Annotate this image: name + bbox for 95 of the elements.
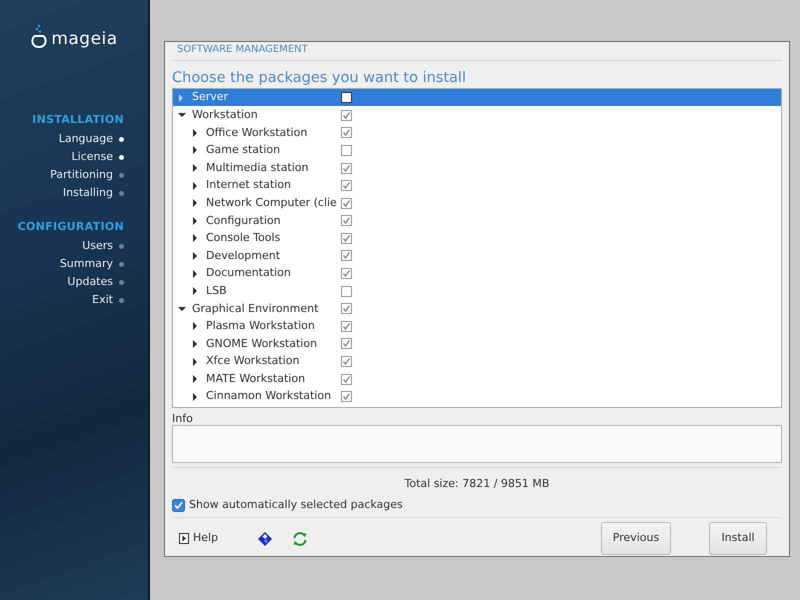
tree-label: LSB <box>206 282 227 299</box>
tree-row[interactable]: Graphical Environment <box>173 300 781 318</box>
expander-icon[interactable] <box>192 164 198 172</box>
checkbox[interactable] <box>341 356 352 368</box>
tree-label: GNOME Workstation <box>206 336 318 352</box>
checkbox[interactable] <box>341 268 352 280</box>
tree-row[interactable]: Office Workstation <box>173 124 781 142</box>
checkbox[interactable] <box>341 391 352 402</box>
checkbox[interactable] <box>341 286 352 297</box>
checkbox[interactable] <box>341 180 352 192</box>
expander-icon[interactable] <box>192 375 198 384</box>
step-label: Exit <box>92 292 113 308</box>
checkbox[interactable] <box>341 110 352 121</box>
tree-label: Network Computer (clie <box>206 194 337 211</box>
tree-label: Graphical Environment <box>192 300 318 317</box>
total-size: Total size: 7821 / 9851 MB <box>404 476 550 492</box>
tree-row[interactable]: Server <box>173 88 781 106</box>
section-title: INSTALLATION <box>31 112 125 128</box>
checkbox[interactable] <box>341 198 352 209</box>
tree-label: Plasma Workstation <box>206 318 315 334</box>
refresh-icon[interactable] <box>292 530 308 547</box>
tree-label: Office Workstation <box>206 124 308 141</box>
logo-text: mageia <box>51 28 118 48</box>
expander-icon[interactable] <box>192 199 198 208</box>
save-icon[interactable] <box>258 532 272 546</box>
expander-icon[interactable] <box>192 270 198 278</box>
checkbox[interactable] <box>341 320 352 332</box>
help-button[interactable]: Help <box>172 530 218 547</box>
tree-row[interactable]: MATE Workstation <box>173 370 781 388</box>
previous-button[interactable]: Previous <box>601 522 671 556</box>
checkbox[interactable] <box>341 127 352 138</box>
checkbox[interactable] <box>341 215 352 226</box>
tree-row[interactable]: Console Tools <box>173 230 781 248</box>
expander-icon[interactable] <box>192 128 198 137</box>
expander-icon[interactable] <box>178 111 186 120</box>
help-icon <box>179 533 189 544</box>
tree-row[interactable]: GNOME Workstation <box>173 335 781 353</box>
tree-row[interactable]: Plasma Workstation <box>173 318 781 336</box>
checkbox[interactable] <box>341 232 352 244</box>
tree-label: Cinnamon Workstation <box>206 388 332 404</box>
checkbox[interactable] <box>341 162 352 174</box>
expander-icon[interactable] <box>192 252 198 260</box>
tree-row[interactable]: Game station <box>173 142 781 160</box>
tree-label: Documentation <box>206 265 291 282</box>
expander-icon[interactable] <box>192 287 198 296</box>
step-label: Installing <box>62 185 113 202</box>
section-title: CONFIGURATION <box>16 218 125 234</box>
tree-label: Server <box>192 89 228 106</box>
expander-icon[interactable] <box>192 322 198 330</box>
expander-icon[interactable] <box>192 182 198 190</box>
checkbox[interactable] <box>341 92 352 104</box>
step-label: License <box>72 149 113 166</box>
tree-row[interactable]: Xfce Workstation <box>173 352 781 370</box>
tree-row[interactable]: Internet station <box>173 176 781 194</box>
expander-icon[interactable] <box>192 234 198 242</box>
tree-label: Xfce Workstation <box>206 353 300 370</box>
tree-label: Development <box>206 248 280 264</box>
expander-icon[interactable] <box>192 216 198 225</box>
tree-row[interactable]: Multimedia station <box>173 159 781 177</box>
tree-label: Internet station <box>206 177 292 194</box>
expander-icon[interactable] <box>192 358 198 366</box>
checkbox[interactable] <box>341 303 352 314</box>
tree-row[interactable]: Cinnamon Workstation <box>173 388 781 406</box>
tree-label: MATE Workstation <box>206 370 306 387</box>
tree-row[interactable]: Configuration <box>173 212 781 230</box>
section-header: SOFTWARE MANAGEMENT <box>172 42 782 61</box>
step-label: Summary <box>60 256 113 272</box>
checkbox[interactable] <box>341 374 352 385</box>
expander-icon[interactable] <box>192 146 198 154</box>
checkbox-label: Show automatically selected packages <box>189 496 403 513</box>
tree-label: Console Tools <box>206 230 280 246</box>
tree-label: Multimedia station <box>206 160 309 176</box>
step-label: Partitioning <box>50 167 113 184</box>
expander-icon[interactable] <box>178 304 186 313</box>
step-label: Updates <box>67 274 113 290</box>
tree-row[interactable]: Documentation <box>173 264 781 282</box>
logo-icon <box>30 24 48 50</box>
expander-icon[interactable] <box>192 340 198 348</box>
tree-row[interactable]: Network Computer (clie <box>173 194 781 212</box>
tree-label: Configuration <box>206 212 281 229</box>
checkbox[interactable] <box>341 144 352 156</box>
dialog-title: Choose the packages you want to install <box>172 69 467 88</box>
checkbox[interactable] <box>172 498 185 512</box>
step-label: Users <box>82 238 113 254</box>
info-label: Info <box>172 412 194 426</box>
expander-icon[interactable] <box>192 392 198 401</box>
step-label: Language <box>58 131 113 148</box>
install-button[interactable]: Install <box>709 522 767 556</box>
tree-row[interactable]: Development <box>173 247 781 265</box>
tree-row[interactable]: Workstation <box>173 106 781 124</box>
checkbox[interactable] <box>341 250 352 262</box>
tree-label: Workstation <box>192 106 258 123</box>
checkbox[interactable] <box>341 338 352 350</box>
tree-label: Game station <box>206 142 280 158</box>
tree-row[interactable]: LSB <box>173 282 781 300</box>
